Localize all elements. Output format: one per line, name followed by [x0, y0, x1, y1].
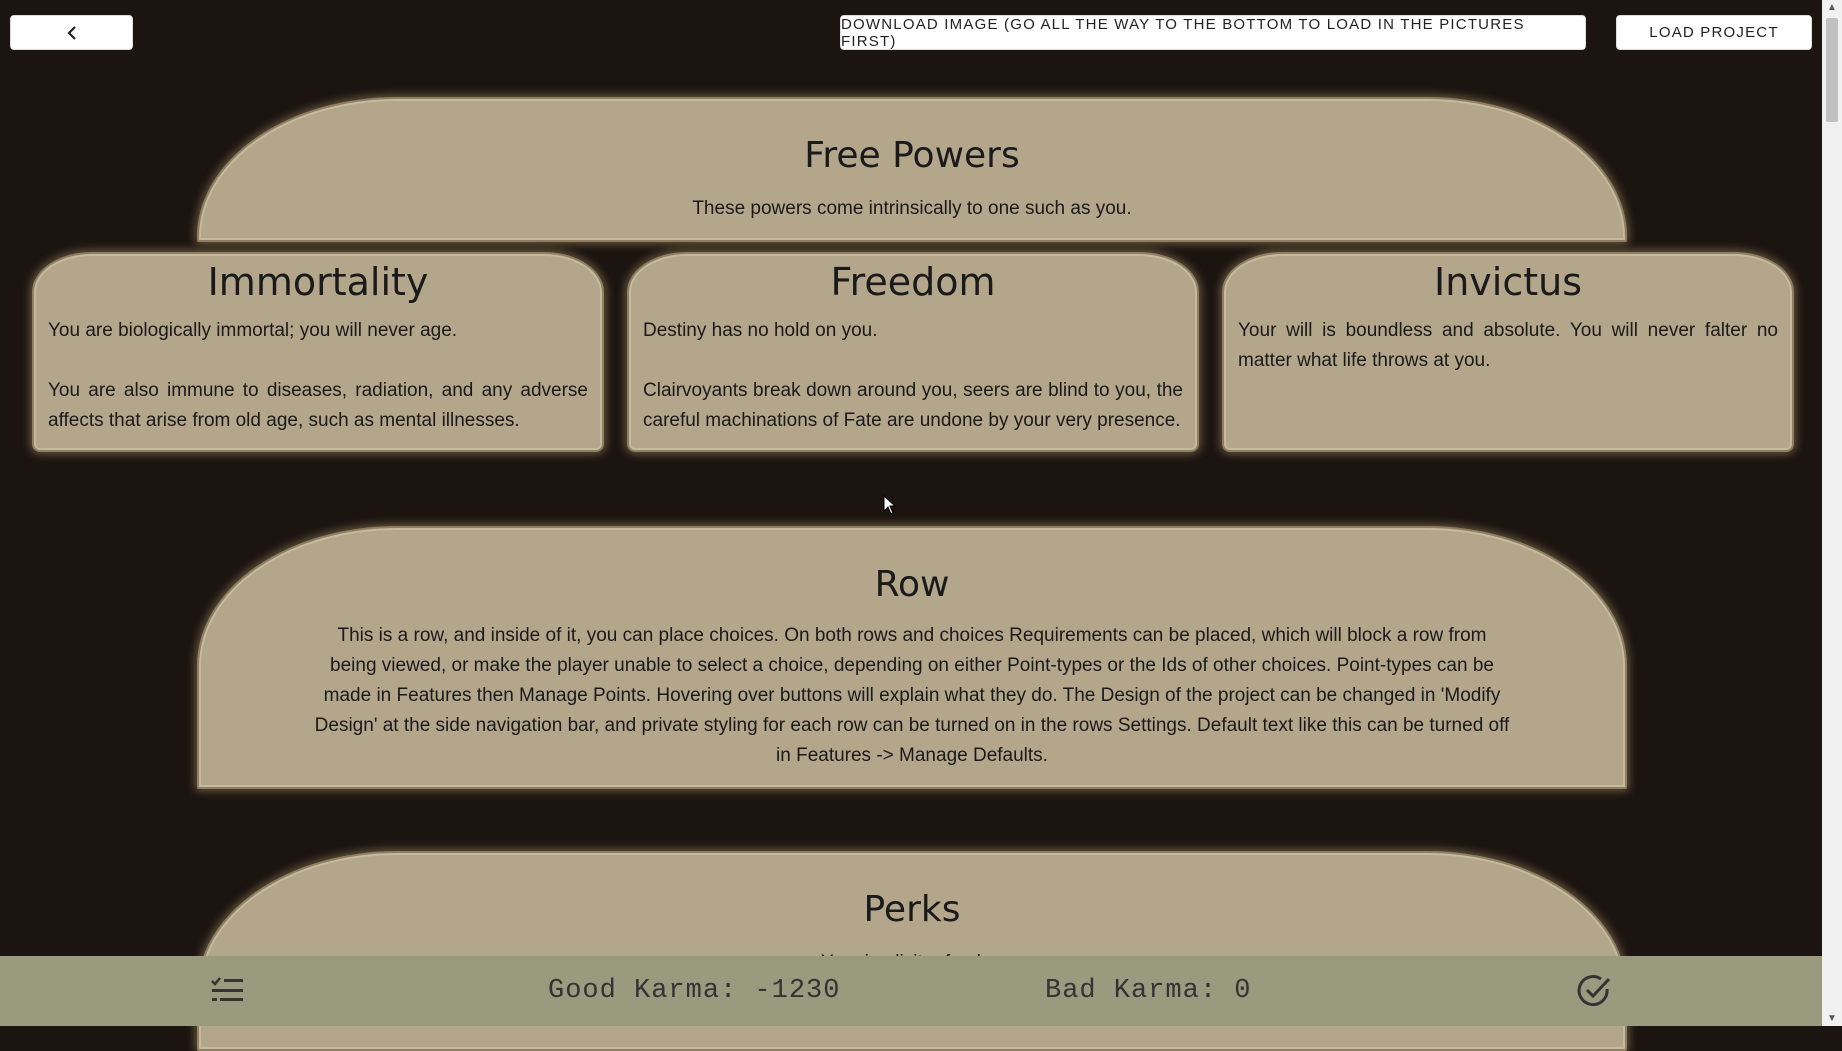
- bad-karma-counter: Bad Karma: 0: [1045, 976, 1252, 1006]
- row-description: This is a row, and inside of it, you can…: [314, 625, 1510, 766]
- scroll-down-arrow-icon[interactable]: ▼: [1827, 1013, 1837, 1024]
- scroll-thumb[interactable]: [1826, 18, 1838, 122]
- load-project-button[interactable]: LOAD PROJECT: [1616, 15, 1812, 50]
- row-free-powers: Free Powers These powers come intrinsica…: [197, 97, 1627, 242]
- checklist-icon[interactable]: [210, 976, 244, 1004]
- choice-card-freedom[interactable]: Freedom Destiny has no hold on you. Clai…: [627, 252, 1199, 452]
- row-description: These powers come intrinsically to one s…: [692, 198, 1132, 219]
- row-row: Row This is a row, and inside of it, you…: [197, 526, 1627, 789]
- scroll-up-arrow-icon[interactable]: ▲: [1827, 2, 1837, 13]
- choice-title: Freedom: [830, 260, 996, 304]
- row-title: Row: [874, 564, 950, 605]
- row-title: Perks: [863, 889, 961, 930]
- choice-title: Invictus: [1433, 260, 1582, 304]
- download-image-button[interactable]: DOWNLOAD IMAGE (GO ALL THE WAY TO THE BO…: [840, 15, 1586, 50]
- choice-text: Your will is boundless and absolute. You…: [1238, 320, 1778, 371]
- points-bar: Good Karma: -1230 Bad Karma: 0: [0, 956, 1822, 1026]
- choice-card-invictus[interactable]: Invictus Your will is boundless and abso…: [1222, 252, 1794, 452]
- mouse-cursor-icon: [883, 495, 897, 515]
- check-circle-icon[interactable]: [1576, 973, 1612, 1009]
- choice-text: Destiny has no hold on you. Clairvoyants…: [643, 320, 1183, 431]
- chevron-left-icon: [66, 25, 76, 40]
- vertical-scrollbar[interactable]: ▲ ▼: [1822, 0, 1842, 1026]
- good-karma-counter: Good Karma: -1230: [548, 976, 841, 1006]
- choice-title: Immortality: [207, 260, 429, 304]
- choice-card-immortality[interactable]: Immortality You are biologically immorta…: [32, 252, 604, 452]
- back-button[interactable]: [10, 15, 133, 50]
- choice-text: You are biologically immortal; you will …: [48, 320, 588, 431]
- row-title: Free Powers: [804, 135, 1020, 176]
